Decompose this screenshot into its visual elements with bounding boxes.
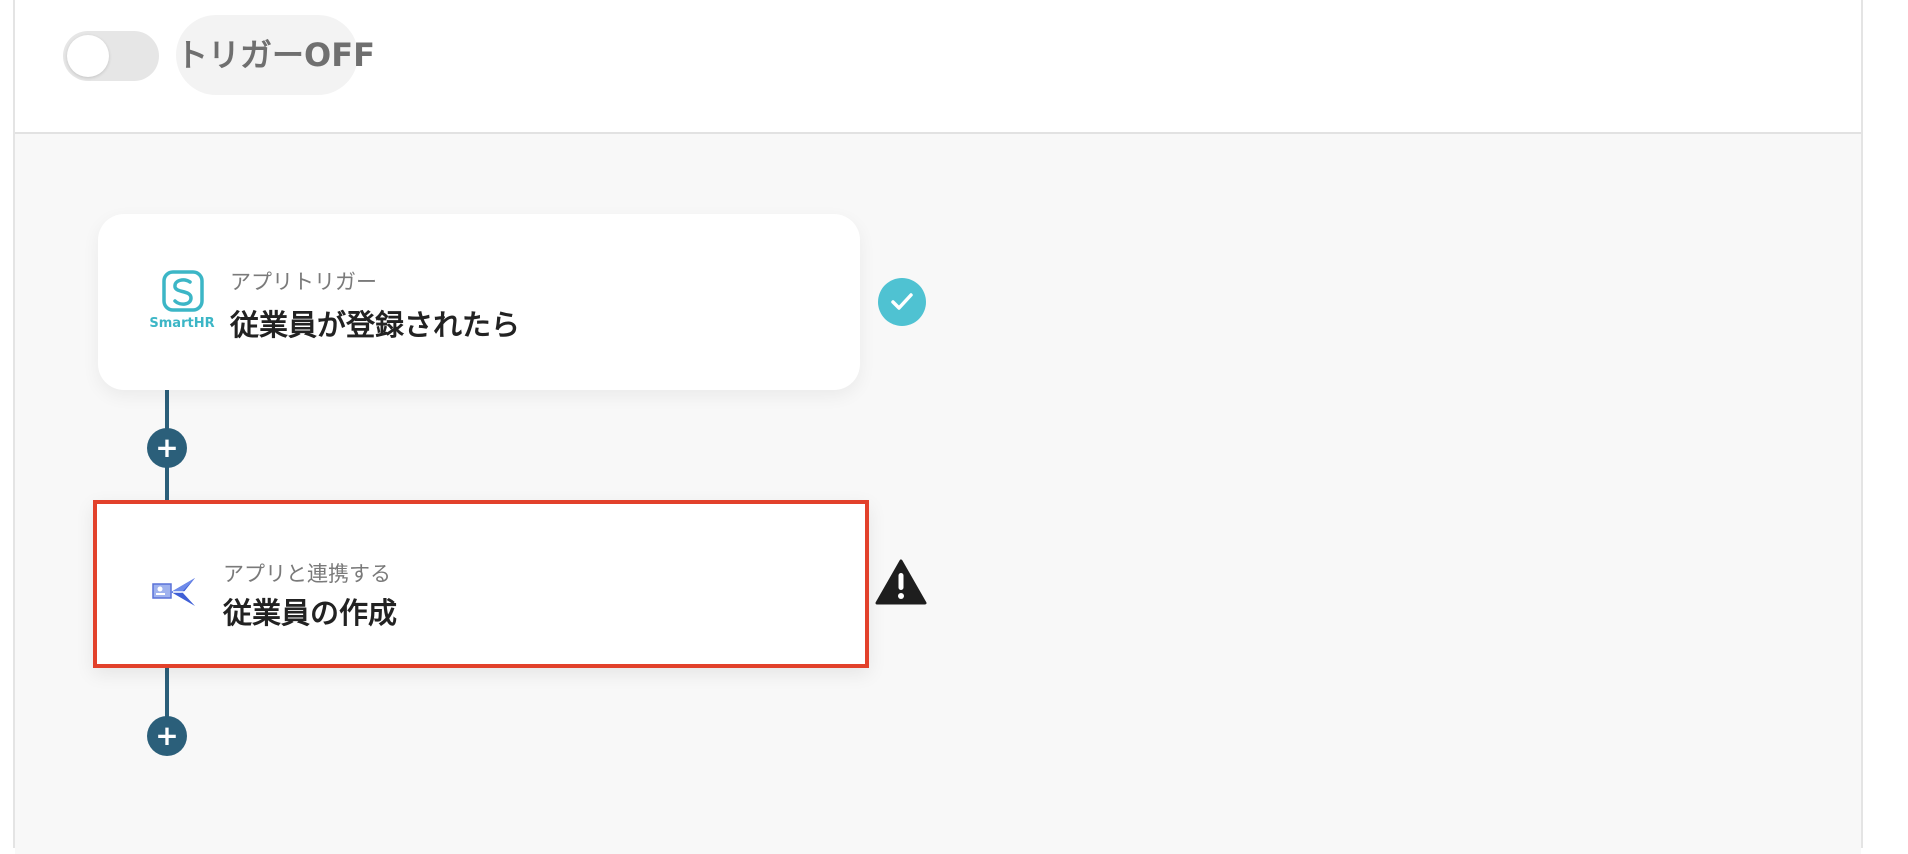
toggle-knob xyxy=(67,35,109,77)
flow-step-action[interactable]: アプリと連携する 従業員の作成 xyxy=(93,500,869,668)
step-title: 従業員の作成 xyxy=(223,596,398,630)
add-step-button[interactable]: + xyxy=(147,428,187,468)
check-circle-icon xyxy=(878,278,926,326)
trigger-status-label: トリガーOFF xyxy=(176,15,375,95)
smarthr-logo-icon: SmartHR xyxy=(149,270,215,334)
warning-triangle-icon xyxy=(875,558,927,606)
step-subtitle: アプリトリガー xyxy=(230,270,377,294)
trigger-toggle[interactable] xyxy=(63,31,159,81)
workflow-editor: トリガーOFF + + SmartHR アプリトリガー 従業員が登録された​ら xyxy=(13,0,1863,854)
workflow-header: トリガーOFF xyxy=(15,0,1861,134)
flow-step-trigger[interactable]: SmartHR アプリトリガー 従業員が登録された​ら xyxy=(98,214,860,390)
paper-plane-app-icon xyxy=(143,562,207,626)
step-subtitle: アプリと連携する xyxy=(223,562,391,586)
add-step-button[interactable]: + xyxy=(147,716,187,756)
smarthr-logo-text: SmartHR xyxy=(149,316,215,331)
step-title: 従業員が登録された​ら xyxy=(230,308,521,342)
flow-canvas: + + SmartHR アプリトリガー 従業員が登録された​ら xyxy=(15,134,1861,854)
